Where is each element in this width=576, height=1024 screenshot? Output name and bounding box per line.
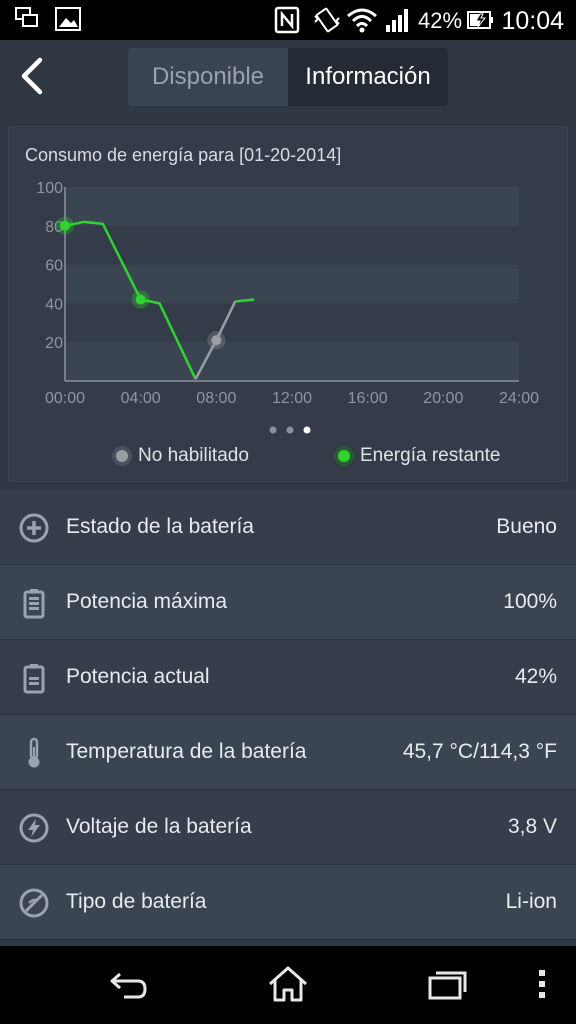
signal-icon <box>386 9 408 32</box>
status-bar: 42% 10:04 <box>0 0 576 40</box>
battery-full-icon <box>23 589 45 619</box>
info-row-max-power[interactable]: Potencia máxima 100% <box>0 565 576 640</box>
legend-label-remaining: Energía restante <box>360 445 501 466</box>
x-tick-label: 00:00 <box>45 390 85 407</box>
info-value: Bueno <box>496 515 557 538</box>
image-icon <box>55 7 81 31</box>
menu-icon[interactable] <box>534 964 550 1004</box>
x-tick-label: 08:00 <box>196 390 236 407</box>
legend-item-disabled: No habilitado <box>116 445 249 467</box>
legend-dot-grey <box>116 450 128 462</box>
thermometer-icon <box>28 737 40 768</box>
legend-dot-green <box>338 450 350 462</box>
nfc-icon <box>274 6 300 34</box>
y-tick-label: 60 <box>45 258 63 275</box>
battery-percent: 42% <box>418 8 463 33</box>
wifi-icon <box>347 8 377 33</box>
info-label: Tipo de batería <box>66 890 207 913</box>
info-label: Estado de la batería <box>66 515 254 538</box>
back-button[interactable] <box>10 50 58 102</box>
data-point <box>60 220 70 231</box>
y-tick-label: 20 <box>45 335 63 352</box>
energy-chart-card: 20 40 60 80 100 00:00 04:00 08:00 12:00 16:00 20:0… <box>8 126 568 482</box>
back-icon[interactable] <box>106 964 150 1004</box>
info-value: 100% <box>503 590 557 613</box>
home-icon[interactable] <box>266 964 310 1004</box>
grid-band <box>65 342 519 381</box>
x-tick-label: 12:00 <box>272 390 312 407</box>
page-indicator-dot <box>286 426 294 434</box>
legend-item-remaining: Energía restante <box>338 445 500 467</box>
info-label: Potencia actual <box>66 665 210 688</box>
energy-chart: 2040608010000:00 04:00 08:00 12:00 16:00 20:0… <box>36 180 539 434</box>
x-tick-label: 04:00 <box>121 390 161 407</box>
data-point <box>211 335 222 346</box>
info-row-battery-type[interactable]: Tipo de batería Li-ion <box>0 865 576 940</box>
battery-charging-icon <box>467 11 493 29</box>
tab-informacion[interactable]: Información <box>288 48 448 106</box>
vibrate-icon <box>314 7 340 33</box>
battery-half-icon <box>23 664 45 694</box>
info-value: 42% <box>514 665 557 688</box>
page-indicator-dot <box>269 426 277 434</box>
chart-legend: No habilitado Energía restante <box>9 443 569 473</box>
navigation-bar <box>0 946 576 1024</box>
grid-band <box>65 187 519 226</box>
x-tick-label: 24:00 <box>499 390 539 407</box>
info-row-current-power[interactable]: Potencia actual 42% <box>0 640 576 715</box>
info-value: 45,7 °C/114,3 °F <box>402 740 557 763</box>
page-indicator-dot <box>303 426 311 434</box>
recents-icon[interactable] <box>426 964 470 1004</box>
info-value: Li-ion <box>505 890 557 913</box>
info-label: Voltaje de la batería <box>66 815 252 838</box>
info-label: Potencia máxima <box>66 590 228 613</box>
app-container: Disponible Información 20 40 60 80 100 00:00 0… <box>0 40 576 946</box>
plus-circle-icon <box>19 513 49 543</box>
info-row-battery-status[interactable]: Estado de la batería Bueno <box>0 490 576 565</box>
y-tick-label: 40 <box>45 296 63 313</box>
x-tick-label: 16:00 <box>348 390 388 407</box>
tab-disponible[interactable]: Disponible <box>128 48 288 106</box>
status-clock: 10:04 <box>501 7 564 35</box>
tab-switcher: Disponible Información <box>128 48 448 106</box>
info-row-temperature[interactable]: Temperatura de la batería 45,7 °C/114,3 … <box>0 715 576 790</box>
chevron-left-icon <box>21 57 43 95</box>
info-value: 3,8 V <box>507 815 557 838</box>
data-point <box>135 294 146 305</box>
info-label: Temperatura de la batería <box>66 740 307 763</box>
info-row-voltage[interactable]: Voltaje de la batería 3,8 V <box>0 790 576 865</box>
chart-title: Consumo de energía para [01-20-2014] <box>25 145 342 165</box>
x-tick-label: 20:00 <box>423 390 463 407</box>
screen-cast-icon <box>15 7 38 27</box>
battery-info-list: Estado de la batería Bueno Potencia máxi… <box>0 490 576 940</box>
battery-type-icon <box>19 888 49 918</box>
top-bar: Disponible Información <box>0 40 576 114</box>
legend-label-disabled: No habilitado <box>138 445 249 466</box>
lightning-circle-icon <box>19 813 49 843</box>
y-tick-label: 100 <box>36 180 63 197</box>
